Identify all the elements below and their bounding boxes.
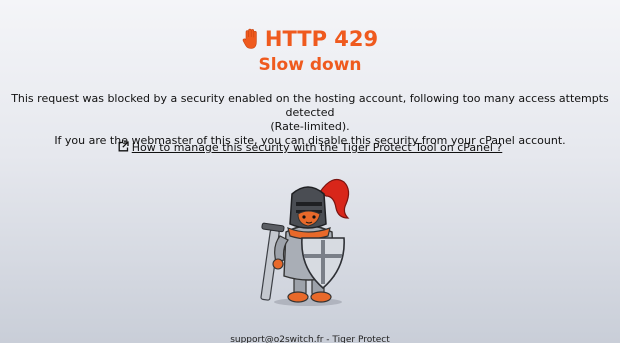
error-header: HTTP 429 Slow down [0,26,620,76]
external-link-icon [118,141,129,152]
message-line-1: This request was blocked by a security e… [11,92,609,119]
help-link[interactable]: How to manage this security with the Tig… [132,141,503,154]
message-line-2: (Rate-limited). [270,120,350,133]
error-title: HTTP 429 [242,26,378,52]
error-code: HTTP 429 [264,27,379,51]
hand-stop-icon [242,28,257,49]
help-link-row: How to manage this security with the Tig… [0,141,620,155]
error-subtitle: Slow down [258,55,362,75]
footer-text: support@o2switch.fr - Tiger Protect [230,335,390,343]
block-message: This request was blocked by a security e… [0,92,620,148]
tiger-knight-mascot [260,179,350,306]
